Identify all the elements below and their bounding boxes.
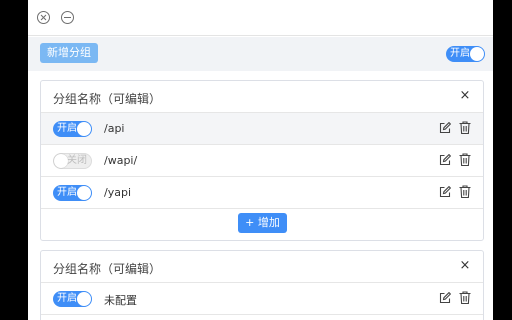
edit-icon[interactable] — [439, 292, 451, 304]
group-card: 分组名称（可编辑） × 开启 未配置 — [40, 250, 484, 320]
window-minimize-icon[interactable] — [61, 11, 74, 24]
group-card: 分组名称（可编辑） × 开启 /api 关闭 /wapi/ 开启 /yapi +… — [40, 80, 484, 241]
window-close-icon[interactable] — [37, 11, 50, 24]
group-title[interactable]: 分组名称（可编辑） — [53, 260, 161, 277]
rule-toggle-label: 开启 — [57, 187, 77, 198]
master-toggle[interactable]: 开启 — [446, 46, 485, 62]
trash-icon[interactable] — [459, 185, 471, 198]
rule-toggle[interactable]: 关闭 — [53, 153, 92, 169]
rule-toggle-label: 关闭 — [67, 155, 87, 166]
group-title[interactable]: 分组名称（可编辑） — [53, 90, 161, 107]
close-group-icon[interactable]: × — [459, 89, 471, 103]
rule-path: /api — [104, 122, 125, 135]
close-group-icon[interactable]: × — [459, 259, 471, 273]
app-window: 新增分组 开启 分组名称（可编辑） × 开启 /api 关闭 /wapi/ 开启… — [28, 0, 493, 320]
rule-toggle-label: 开启 — [57, 123, 77, 134]
toggle-knob — [77, 122, 91, 136]
toggle-knob — [470, 47, 484, 61]
toggle-knob — [54, 154, 68, 168]
edit-icon[interactable] — [439, 154, 451, 166]
edit-icon[interactable] — [439, 122, 451, 134]
toolbar: 新增分组 开启 — [28, 37, 493, 71]
toggle-knob — [77, 292, 91, 306]
edit-icon[interactable] — [439, 186, 451, 198]
rule-toggle[interactable]: 开启 — [53, 185, 92, 201]
rule-path: /yapi — [104, 186, 131, 199]
rule-path: /wapi/ — [104, 154, 138, 167]
toggle-knob — [77, 186, 91, 200]
title-bar — [28, 0, 493, 36]
rule-row: 开启 /api — [41, 113, 483, 145]
trash-icon[interactable] — [459, 153, 471, 166]
rule-row: 开启 未配置 — [41, 283, 483, 315]
group-header: 分组名称（可编辑） × — [41, 251, 483, 283]
rule-toggle[interactable]: 开启 — [53, 291, 92, 307]
rule-path: 未配置 — [104, 294, 137, 307]
add-rule-button[interactable]: + 增加 — [238, 213, 287, 233]
master-toggle-label: 开启 — [450, 48, 470, 59]
rule-toggle-label: 开启 — [57, 293, 77, 304]
rule-toggle[interactable]: 开启 — [53, 121, 92, 137]
trash-icon[interactable] — [459, 121, 471, 134]
rule-row: 开启 /yapi — [41, 177, 483, 209]
rule-row: 关闭 /wapi/ — [41, 145, 483, 177]
group-header: 分组名称（可编辑） × — [41, 81, 483, 113]
add-group-button[interactable]: 新增分组 — [40, 43, 98, 63]
trash-icon[interactable] — [459, 291, 471, 304]
